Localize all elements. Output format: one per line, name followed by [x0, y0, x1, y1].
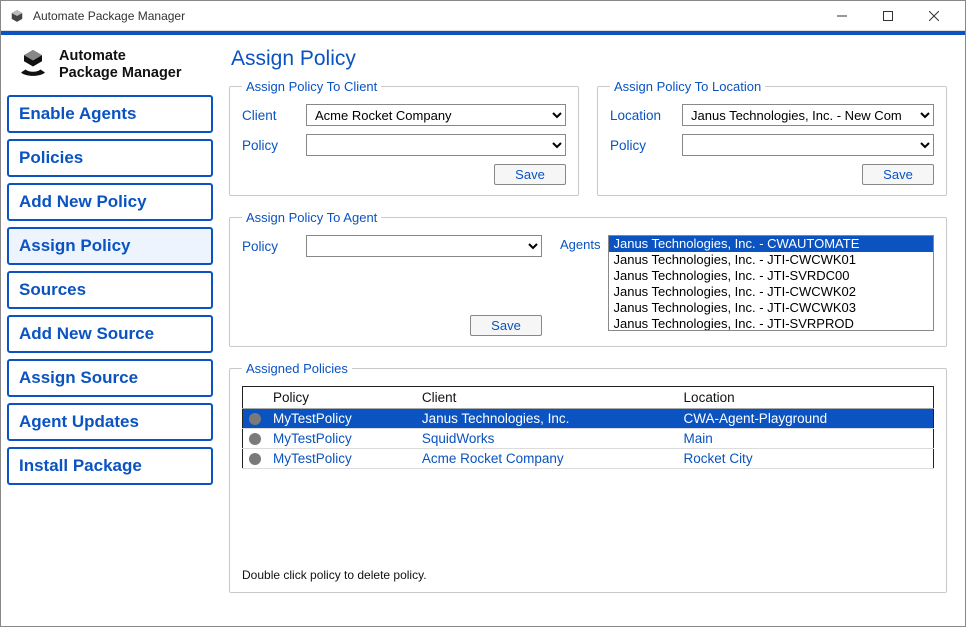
brand-line1: Automate	[59, 48, 182, 65]
sidebar-item-add-new-source[interactable]: Add New Source	[7, 315, 213, 353]
status-dot-icon	[249, 413, 261, 425]
page-title: Assign Policy	[231, 47, 947, 71]
agents-label: Agents	[560, 235, 600, 331]
agent-list-item[interactable]: Janus Technologies, Inc. - JTI-SVRDC00	[609, 268, 933, 284]
sidebar-item-sources[interactable]: Sources	[7, 271, 213, 309]
nav: Enable Agents Policies Add New Policy Assig…	[7, 95, 213, 485]
sidebar-item-enable-agents[interactable]: Enable Agents	[7, 95, 213, 133]
sidebar-item-agent-updates[interactable]: Agent Updates	[7, 403, 213, 441]
agent-policy-label: Policy	[242, 239, 306, 254]
table-row[interactable]: MyTestPolicyJanus Technologies, Inc.CWA-…	[243, 409, 934, 429]
col-client: Client	[416, 387, 678, 409]
col-icon	[243, 387, 268, 409]
agents-listbox[interactable]: Janus Technologies, Inc. - CWAUTOMATEJan…	[608, 235, 934, 331]
group-assign-client-legend: Assign Policy To Client	[242, 79, 381, 94]
main: Assign Policy Assign Policy To Client Cl…	[219, 35, 965, 626]
status-dot-icon	[249, 453, 261, 465]
location-policy-select[interactable]	[682, 134, 934, 156]
cell-location: CWA-Agent-Playground	[678, 409, 934, 429]
cell-location: Rocket City	[678, 449, 934, 469]
assigned-table[interactable]: Policy Client Location MyTestPolicyJanus…	[242, 386, 934, 469]
client-policy-select[interactable]	[306, 134, 566, 156]
close-button[interactable]	[911, 1, 957, 31]
agent-list-item[interactable]: Janus Technologies, Inc. - JTI-CWCWK01	[609, 252, 933, 268]
cell-policy: MyTestPolicy	[267, 429, 416, 449]
status-dot-icon	[249, 433, 261, 445]
group-assign-agent-legend: Assign Policy To Agent	[242, 210, 381, 225]
location-select[interactable]: Janus Technologies, Inc. - New Com	[682, 104, 934, 126]
window-controls	[819, 1, 957, 31]
location-policy-label: Policy	[610, 138, 682, 153]
sidebar: Automate Package Manager Enable Agents Po…	[1, 35, 219, 626]
agent-list-item[interactable]: Janus Technologies, Inc. - JTI-CWCWK02	[609, 284, 933, 300]
brand: Automate Package Manager	[7, 43, 213, 95]
agent-policy-select[interactable]	[306, 235, 542, 257]
sidebar-item-policies[interactable]: Policies	[7, 139, 213, 177]
location-save-button[interactable]: Save	[862, 164, 934, 185]
maximize-button[interactable]	[865, 1, 911, 31]
col-policy: Policy	[267, 387, 416, 409]
sidebar-item-install-package[interactable]: Install Package	[7, 447, 213, 485]
minimize-button[interactable]	[819, 1, 865, 31]
cell-client: Acme Rocket Company	[416, 449, 678, 469]
location-label: Location	[610, 108, 682, 123]
group-assigned-legend: Assigned Policies	[242, 361, 352, 376]
group-assigned-policies: Assigned Policies Policy Client Location…	[229, 361, 947, 593]
agent-list-item[interactable]: Janus Technologies, Inc. - JTI-SVRPROD	[609, 316, 933, 331]
agent-save-button[interactable]: Save	[470, 315, 542, 336]
agent-list-item[interactable]: Janus Technologies, Inc. - JTI-CWCWK03	[609, 300, 933, 316]
brand-icon	[13, 45, 53, 85]
cell-client: Janus Technologies, Inc.	[416, 409, 678, 429]
group-assign-agent: Assign Policy To Agent Policy Save Agent…	[229, 210, 947, 347]
assigned-hint: Double click policy to delete policy.	[242, 568, 934, 582]
sidebar-item-add-new-policy[interactable]: Add New Policy	[7, 183, 213, 221]
table-row[interactable]: MyTestPolicyAcme Rocket CompanyRocket Ci…	[243, 449, 934, 469]
group-assign-client: Assign Policy To Client Client Acme Rock…	[229, 79, 579, 196]
sidebar-item-assign-source[interactable]: Assign Source	[7, 359, 213, 397]
client-select[interactable]: Acme Rocket Company	[306, 104, 566, 126]
app-icon	[9, 8, 25, 24]
cell-location: Main	[678, 429, 934, 449]
client-policy-label: Policy	[242, 138, 306, 153]
group-assign-location-legend: Assign Policy To Location	[610, 79, 765, 94]
table-row[interactable]: MyTestPolicySquidWorksMain	[243, 429, 934, 449]
sidebar-item-assign-policy[interactable]: Assign Policy	[7, 227, 213, 265]
col-location: Location	[678, 387, 934, 409]
client-label: Client	[242, 108, 306, 123]
brand-text: Automate Package Manager	[59, 48, 182, 81]
group-assign-location: Assign Policy To Location Location Janus…	[597, 79, 947, 196]
cell-policy: MyTestPolicy	[267, 409, 416, 429]
titlebar: Automate Package Manager	[1, 1, 965, 31]
client-save-button[interactable]: Save	[494, 164, 566, 185]
cell-client: SquidWorks	[416, 429, 678, 449]
agent-list-item[interactable]: Janus Technologies, Inc. - CWAUTOMATE	[609, 236, 933, 252]
brand-line2: Package Manager	[59, 65, 182, 82]
window-title: Automate Package Manager	[33, 9, 185, 23]
cell-policy: MyTestPolicy	[267, 449, 416, 469]
